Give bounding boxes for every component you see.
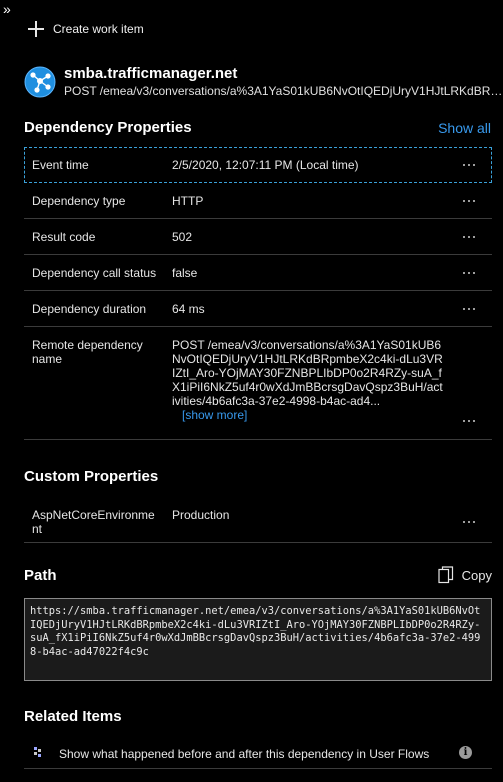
property-row-event-time[interactable]: Event time 2/5/2020, 12:07:11 PM (Local … bbox=[24, 147, 492, 183]
path-value-box[interactable]: https://smba.trafficmanager.net/emea/v3/… bbox=[24, 598, 492, 681]
property-key: Event time bbox=[32, 158, 89, 172]
info-icon[interactable]: i bbox=[459, 746, 472, 759]
property-key: Remote dependency name bbox=[32, 338, 143, 366]
property-key: Result code bbox=[32, 230, 96, 244]
more-options-icon[interactable] bbox=[462, 200, 478, 204]
create-work-item-label: Create work item bbox=[53, 22, 144, 36]
dependency-globe-icon bbox=[24, 66, 56, 98]
property-row-dependency-call-status[interactable]: Dependency call status false bbox=[24, 255, 492, 291]
property-value: 2/5/2020, 12:07:11 PM (Local time) bbox=[172, 158, 359, 172]
property-row-dependency-type[interactable]: Dependency type HTTP bbox=[24, 183, 492, 219]
more-options-icon[interactable] bbox=[462, 272, 478, 276]
show-all-link[interactable]: Show all bbox=[438, 120, 491, 136]
property-value: Production bbox=[172, 508, 230, 522]
related-item-label: Show what happened before and after this… bbox=[59, 747, 430, 761]
property-value: 502 bbox=[172, 230, 193, 244]
more-options-icon[interactable] bbox=[462, 164, 478, 168]
property-row-result-code[interactable]: Result code 502 bbox=[24, 219, 492, 255]
property-row-remote-dependency-name[interactable]: Remote dependency name POST /emea/v3/con… bbox=[24, 327, 492, 440]
copy-label: Copy bbox=[461, 567, 492, 583]
dependency-title: smba.trafficmanager.net bbox=[64, 65, 238, 82]
dependency-subtitle: POST /emea/v3/conversations/a%3A1YaS01kU… bbox=[64, 84, 503, 98]
more-options-icon[interactable] bbox=[462, 236, 478, 240]
property-value: false bbox=[172, 266, 198, 280]
more-options-icon[interactable] bbox=[462, 308, 478, 312]
property-row-aspnetcore-environment[interactable]: AspNetCoreEnvironment Production bbox=[24, 496, 492, 543]
property-key: Dependency duration bbox=[32, 302, 147, 316]
property-key: AspNetCoreEnvironment bbox=[32, 508, 155, 536]
custom-properties-title: Custom Properties bbox=[24, 468, 159, 485]
path-title: Path bbox=[24, 567, 57, 584]
user-flows-icon bbox=[34, 747, 41, 757]
property-value: POST /emea/v3/conversations/a%3A1YaS01kU… bbox=[172, 338, 443, 408]
property-value: 64 ms bbox=[172, 302, 205, 316]
property-key: Dependency type bbox=[32, 194, 126, 208]
dependency-header: smba.trafficmanager.net POST /emea/v3/co… bbox=[24, 64, 503, 104]
property-key: Dependency call status bbox=[32, 266, 157, 280]
expand-panel-icon[interactable]: » bbox=[3, 2, 11, 16]
related-item-user-flows[interactable]: Show what happened before and after this… bbox=[24, 737, 492, 769]
more-options-icon[interactable] bbox=[462, 420, 478, 424]
plus-icon bbox=[28, 21, 44, 37]
copy-icon bbox=[438, 566, 453, 584]
create-work-item-button[interactable]: Create work item bbox=[28, 20, 144, 38]
dependency-properties-table: Event time 2/5/2020, 12:07:11 PM (Local … bbox=[24, 147, 492, 440]
related-items-title: Related Items bbox=[24, 708, 122, 725]
more-options-icon[interactable] bbox=[462, 521, 478, 525]
copy-path-button[interactable]: Copy bbox=[438, 566, 492, 584]
property-row-dependency-duration[interactable]: Dependency duration 64 ms bbox=[24, 291, 492, 327]
show-more-link[interactable]: [show more] bbox=[182, 408, 247, 422]
custom-properties-table: AspNetCoreEnvironment Production bbox=[24, 496, 492, 543]
property-value: HTTP bbox=[172, 194, 204, 208]
dependency-properties-title: Dependency Properties bbox=[24, 119, 192, 136]
